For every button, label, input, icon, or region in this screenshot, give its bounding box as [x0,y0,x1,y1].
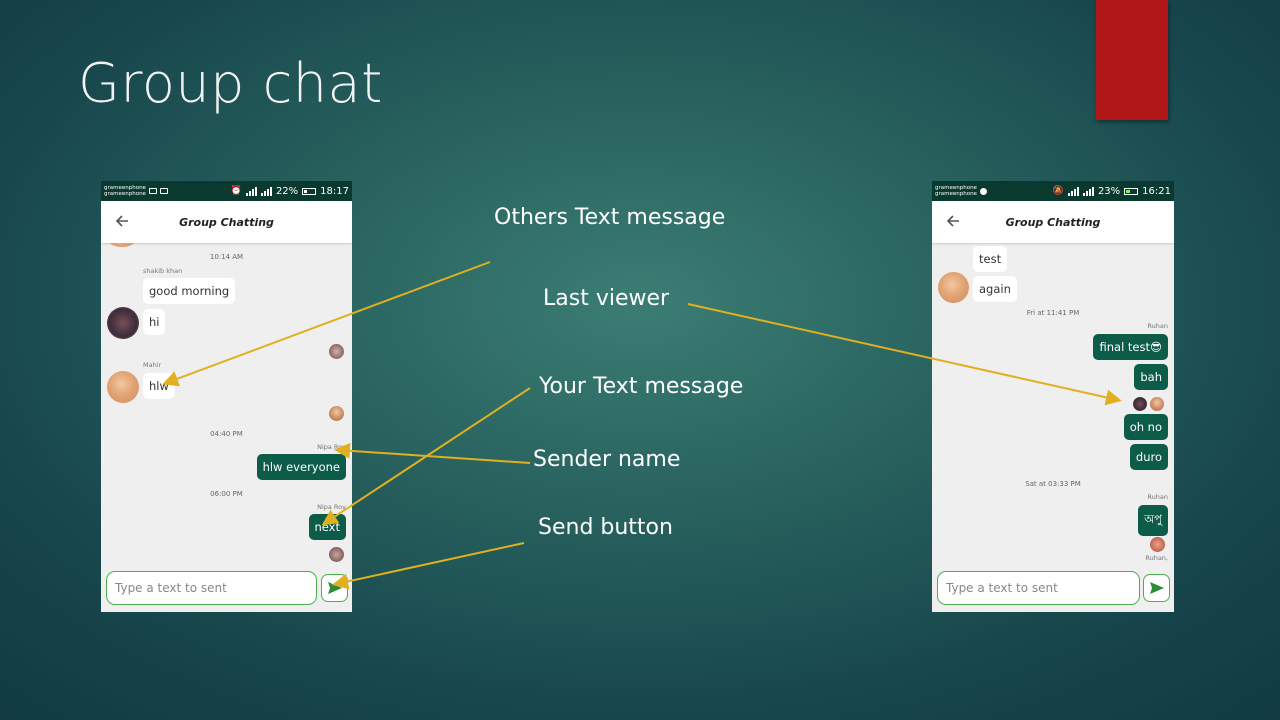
arrow-last-viewer [687,303,1122,406]
annotation-arrows [162,261,1122,590]
arrow-others-text [162,261,491,387]
arrow-send-button [332,542,525,590]
